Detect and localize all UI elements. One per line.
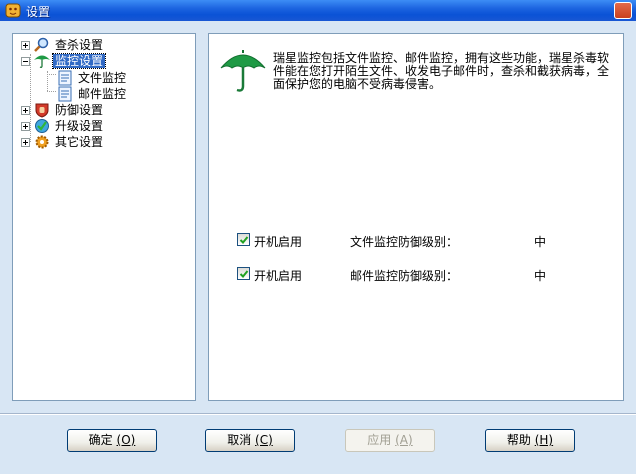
file-monitor-option: 开机启用 文件监控防御级别： 中: [237, 232, 607, 250]
expand-icon[interactable]: [21, 40, 30, 50]
settings-tree: 查杀设置 监控设置 文件监控 邮件监控 防御设置 升级设置 其它设置: [13, 34, 195, 400]
file-monitor-level-label: 文件监控防御级别：: [350, 235, 459, 249]
mail-monitor-level-value[interactable]: 中: [534, 267, 546, 284]
file-monitor-level-value[interactable]: 中: [534, 233, 546, 250]
shield-hand-icon: [35, 103, 49, 118]
tree-item-mail-monitor[interactable]: 邮件监控: [56, 86, 128, 102]
expand-icon[interactable]: [21, 105, 30, 115]
checkmark-icon: [239, 236, 249, 244]
tree-item-defense[interactable]: 防御设置: [21, 102, 105, 118]
expand-icon[interactable]: [21, 137, 30, 147]
mail-monitor-level-label: 邮件监控防御级别：: [350, 269, 459, 283]
umbrella-icon: [34, 55, 50, 68]
dialog-client: 查杀设置 监控设置 文件监控 邮件监控 防御设置 升级设置 其它设置 瑞星监控包…: [0, 21, 636, 474]
mail-monitor-option: 开机启用 邮件监控防御级别： 中: [237, 266, 607, 284]
settings-content-panel: 瑞星监控包括文件监控、邮件监控，拥有这些功能，瑞星杀毒软件能在您打开陌生文件、收…: [208, 33, 624, 401]
tree-item-label: 监控设置: [51, 53, 107, 69]
expand-icon[interactable]: [21, 121, 30, 131]
apply-button[interactable]: 应用 (A): [345, 429, 435, 452]
tree-item-file-monitor[interactable]: 文件监控: [56, 70, 128, 86]
help-button[interactable]: 帮助 (H): [485, 429, 575, 452]
tree-item-label: 邮件监控: [78, 87, 127, 101]
title-bar[interactable]: 设置: [0, 0, 636, 21]
tree-item-label: 其它设置: [55, 135, 104, 149]
cancel-button[interactable]: 取消 (C): [205, 429, 295, 452]
monitor-description: 瑞星监控包括文件监控、邮件监控，拥有这些功能，瑞星杀毒软件能在您打开陌生文件、收…: [273, 51, 610, 91]
tree-item-label: 防御设置: [55, 103, 104, 117]
app-lion-icon: [5, 3, 21, 18]
checkbox-label[interactable]: 开机启用: [254, 267, 302, 284]
tree-item-other[interactable]: 其它设置: [21, 134, 105, 150]
tree-item-label: 查杀设置: [55, 38, 104, 52]
settings-tree-panel: 查杀设置 监控设置 文件监控 邮件监控 防御设置 升级设置 其它设置: [12, 33, 196, 401]
magnifier-icon: [34, 37, 49, 52]
update-globe-icon: [35, 119, 49, 133]
tree-item-monitor[interactable]: 监控设置: [21, 53, 107, 69]
document-icon: [58, 70, 72, 86]
window-title: 设置: [26, 5, 51, 19]
file-monitor-autostart-checkbox[interactable]: [237, 233, 250, 246]
document-icon: [58, 86, 72, 102]
ok-button[interactable]: 确定 (O): [67, 429, 157, 452]
tree-item-label: 升级设置: [55, 119, 104, 133]
gear-icon: [35, 135, 49, 149]
mail-monitor-autostart-checkbox[interactable]: [237, 267, 250, 280]
umbrella-icon: [220, 50, 266, 92]
checkmark-icon: [239, 270, 249, 278]
checkbox-label[interactable]: 开机启用: [254, 233, 302, 250]
collapse-icon[interactable]: [21, 56, 30, 66]
tree-item-update[interactable]: 升级设置: [21, 118, 105, 134]
close-button[interactable]: [614, 2, 632, 19]
footer-separator: [0, 413, 636, 415]
tree-item-label: 文件监控: [78, 71, 127, 85]
tree-item-scan[interactable]: 查杀设置: [21, 37, 105, 53]
